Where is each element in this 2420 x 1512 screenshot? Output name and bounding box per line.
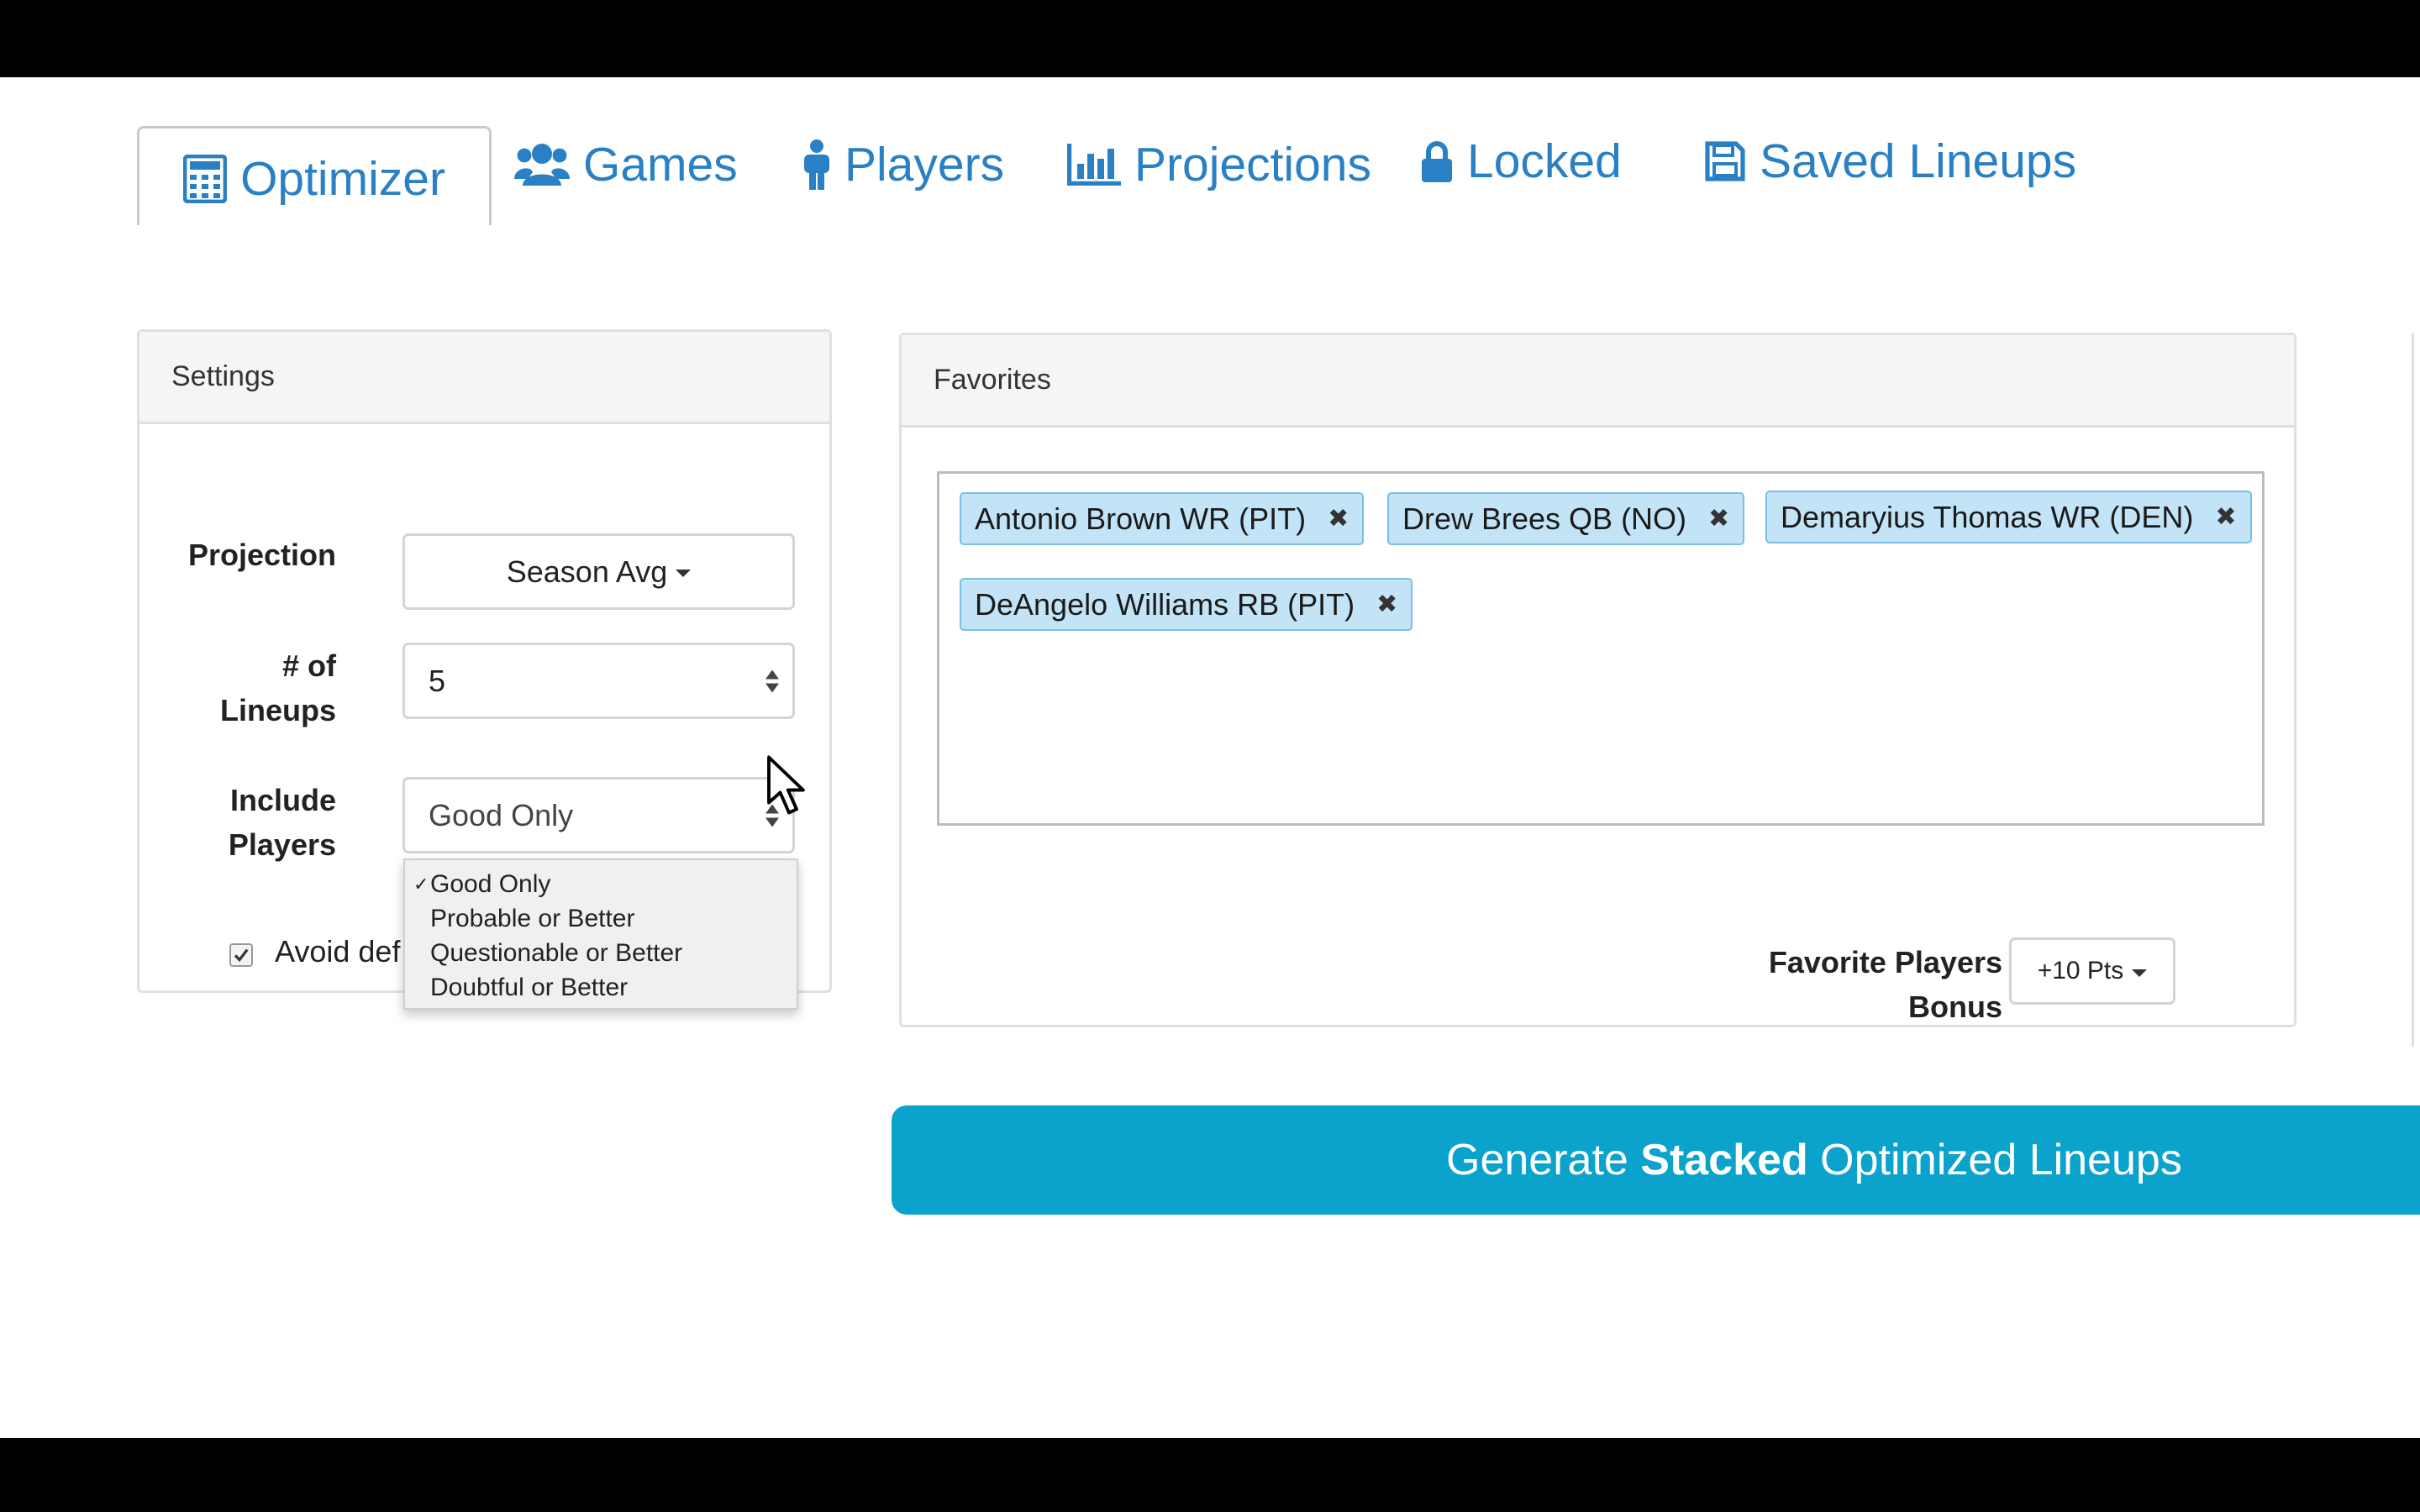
avoid-label: Avoid def (275, 934, 401, 969)
lock-icon (1422, 141, 1452, 182)
tab-games[interactable]: Games (514, 126, 738, 203)
male-icon (804, 139, 829, 190)
menu-option-probable[interactable]: Probable or Better (405, 901, 797, 936)
include-players-menu: ✓ Good Only Probable or Better Questiona… (403, 858, 798, 1010)
menu-option-questionable[interactable]: Questionable or Better (405, 936, 797, 970)
lineups-label: # of Lineups (219, 648, 336, 727)
tab-saved-lineups[interactable]: Saved Lineups (1704, 123, 2076, 200)
remove-tag-icon[interactable]: ✖ (1376, 590, 1397, 619)
favorite-tag: Drew Brees QB (NO) ✖ (1387, 492, 1745, 545)
bar-chart-icon (1067, 144, 1121, 186)
favorite-tag: Demaryius Thomas WR (DEN) ✖ (1765, 491, 2252, 543)
next-panel-edge (2412, 333, 2420, 1047)
caret-down-icon (2132, 969, 2148, 977)
favorites-tag-input[interactable]: Antonio Brown WR (PIT) ✖ Drew Brees QB (… (937, 471, 2265, 826)
tab-label: Locked (1467, 134, 1622, 188)
users-icon (514, 144, 570, 186)
lineups-value: 5 (429, 663, 446, 698)
remove-tag-icon[interactable]: ✖ (1708, 504, 1729, 533)
favorite-tag: DeAngelo Williams RB (PIT) ✖ (960, 578, 1413, 631)
bonus-label: Favorite Players Bonus (1768, 945, 2002, 1024)
calculator-icon (183, 154, 228, 203)
avoid-checkbox[interactable] (229, 943, 253, 967)
mouse-cursor-icon (767, 755, 805, 815)
tab-label: Games (583, 138, 738, 192)
floppy-disk-icon (1705, 141, 1745, 181)
selected-check-icon: ✓ (413, 874, 429, 895)
check-icon (234, 948, 249, 963)
favorites-title: Favorites (902, 335, 2294, 428)
projection-value: Season Avg (506, 554, 668, 589)
remove-tag-icon[interactable]: ✖ (2215, 502, 2236, 532)
include-players-value: Good Only (429, 797, 574, 832)
tab-label: Optimizer (240, 151, 445, 206)
bonus-dropdown[interactable]: +10 Pts (2009, 937, 2175, 1005)
tab-label: Projections (1134, 138, 1371, 192)
menu-option-good-only[interactable]: ✓ Good Only (405, 867, 797, 901)
updown-arrows-icon[interactable] (765, 669, 779, 692)
tab-players[interactable]: Players (802, 126, 1004, 203)
bonus-value: +10 Pts (2037, 957, 2124, 984)
include-players-label: Include Players (228, 783, 336, 862)
tab-label: Saved Lineups (1760, 134, 2077, 188)
tab-label: Players (844, 138, 1005, 192)
favorite-tag: Antonio Brown WR (PIT) ✖ (960, 492, 1365, 545)
menu-option-doubtful[interactable]: Doubtful or Better (405, 970, 797, 1005)
tab-projections[interactable]: Projections (1067, 126, 1371, 203)
app-canvas: Optimizer Games Players Projections Lock… (0, 77, 2420, 1438)
lineups-stepper[interactable]: 5 (402, 643, 795, 719)
caret-down-icon (676, 570, 692, 577)
remove-tag-icon[interactable]: ✖ (1328, 504, 1349, 533)
tab-locked[interactable]: Locked (1420, 123, 1622, 200)
include-players-select[interactable]: Good Only (402, 777, 795, 853)
projection-label: Projection (187, 538, 336, 572)
generate-button[interactable]: Generate Stacked Optimized Lineups (892, 1105, 2420, 1215)
projection-dropdown[interactable]: Season Avg (402, 533, 795, 610)
favorites-panel: Favorites Antonio Brown WR (PIT) ✖ Drew … (899, 333, 2296, 1027)
tab-optimizer[interactable]: Optimizer (137, 126, 492, 225)
settings-title: Settings (139, 332, 829, 424)
